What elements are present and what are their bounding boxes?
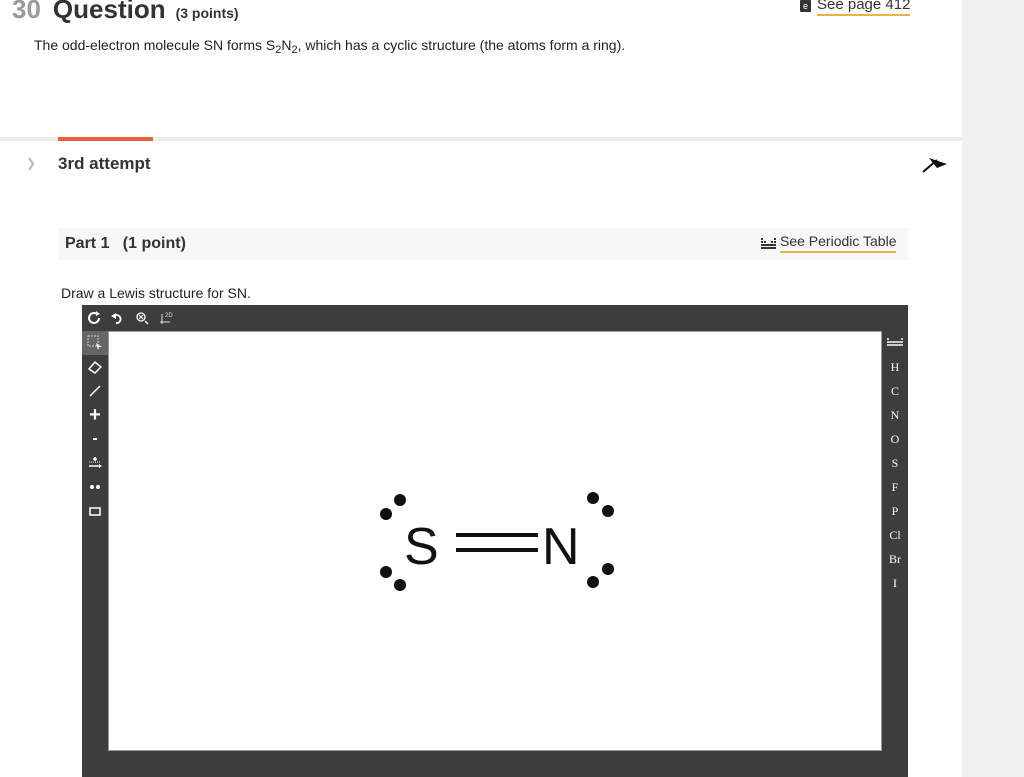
undo-icon[interactable] [106, 307, 130, 329]
question-number: 30 [12, 0, 41, 24]
element-button-h[interactable]: H [882, 355, 908, 379]
question-title: Question [52, 0, 166, 24]
lone-pair-dot [587, 576, 599, 588]
periodic-table-label: See Periodic Table [780, 233, 897, 253]
question-header: 30 Question (3 points) [12, 0, 239, 25]
element-button-o[interactable]: O [882, 427, 908, 451]
element-toolbar: H C N O S F P Cl Br I [882, 331, 908, 777]
periodic-table-icon [761, 237, 776, 249]
editor-left-toolbar: + - [82, 331, 108, 777]
lone-pair-dot [380, 566, 392, 578]
question-points: (3 points) [175, 5, 239, 21]
atom-n: N [542, 518, 580, 576]
see-page-link[interactable]: e See page 412 [800, 0, 911, 16]
clear-icon[interactable] [82, 307, 106, 329]
question-text-part: The odd-electron molecule SN forms S [34, 37, 276, 53]
editor-top-toolbar: 2D [82, 305, 908, 331]
element-button-br[interactable]: Br [882, 547, 908, 571]
right-gutter [962, 0, 1024, 777]
2d-icon[interactable]: 2D [154, 307, 178, 329]
chevron-down-icon[interactable]: ❯ [26, 156, 36, 170]
element-list: H C N O S F P Cl Br I [882, 355, 908, 595]
lone-pair-dot [394, 494, 406, 506]
drawing-canvas[interactable]: S N [108, 331, 882, 751]
periodic-table-icon[interactable] [882, 331, 908, 355]
eraser-icon[interactable] [82, 355, 108, 379]
select-icon[interactable] [82, 331, 108, 355]
question-text-part: N [281, 37, 292, 53]
remove-charge-icon[interactable]: - [82, 427, 108, 451]
lone-pair-dot [394, 579, 406, 591]
element-button-i[interactable]: I [882, 571, 908, 595]
element-button-p[interactable]: P [882, 499, 908, 523]
2d-label: 2D [165, 313, 173, 319]
question-text: The odd-electron molecule SN forms S2N2,… [34, 37, 625, 56]
element-button-f[interactable]: F [882, 475, 908, 499]
collapse-arrow-icon[interactable] [920, 152, 950, 176]
lone-pair-dot [380, 508, 392, 520]
lone-pair-icon[interactable] [82, 451, 108, 475]
lewis-structure: S N [380, 492, 614, 591]
attempt-label: 3rd attempt [58, 154, 151, 173]
element-button-c[interactable]: C [882, 379, 908, 403]
lone-pair-dot [587, 492, 599, 504]
see-page-label: See page 412 [817, 0, 911, 16]
lone-pair-dot [602, 505, 614, 517]
question-text-part: , which has a cyclic structure (the atom… [297, 37, 626, 53]
attempt-row[interactable]: ❯ 3rd attempt [0, 152, 962, 180]
lone-pair-dot [602, 563, 614, 575]
element-button-n[interactable]: N [882, 403, 908, 427]
bond-icon[interactable] [82, 379, 108, 403]
instruction-text: Draw a Lewis structure for SN. [61, 285, 251, 301]
editor-bottom-strip [108, 751, 882, 777]
atom-s: S [404, 518, 439, 576]
divider-accent [58, 137, 153, 141]
part-label: Part 1 (1 point) [65, 235, 186, 252]
box-icon[interactable] [82, 499, 108, 523]
part-header: Part 1 (1 point) See Periodic Table [58, 228, 908, 260]
ebook-icon: e [800, 0, 811, 12]
element-button-s[interactable]: S [882, 451, 908, 475]
radical-icon[interactable] [82, 475, 108, 499]
add-charge-icon[interactable]: + [82, 403, 108, 427]
element-button-cl[interactable]: Cl [882, 523, 908, 547]
periodic-table-link[interactable]: See Periodic Table [761, 233, 897, 253]
structure-editor: 2D + - S N H C N O S F P Cl Br I [82, 305, 908, 777]
zoom-icon[interactable] [130, 307, 154, 329]
